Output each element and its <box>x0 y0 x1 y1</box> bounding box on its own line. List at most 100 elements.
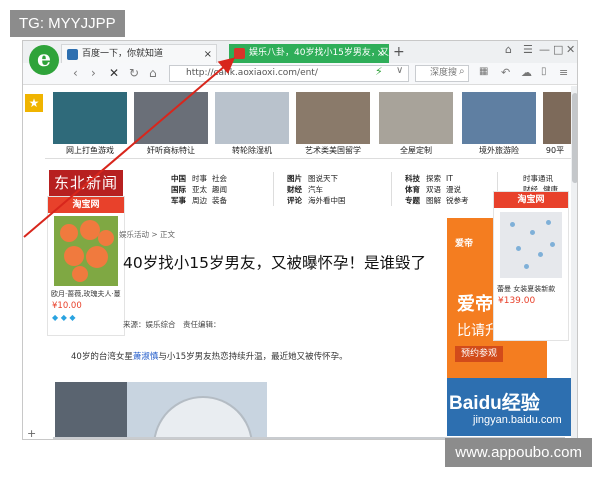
channel-link[interactable]: 中国 <box>171 173 186 184</box>
channel-link[interactable]: 汽车 <box>308 184 323 195</box>
thumb-caption[interactable]: 转轮除湿机 <box>212 145 292 156</box>
cloud-icon[interactable]: ☁ <box>521 66 532 79</box>
divider <box>273 172 274 206</box>
article-paragraph: 40岁的台湾女星萧淑慎与小15岁男友热恋持续升温，最近她又被传怀孕。 <box>71 350 348 362</box>
tab-label: 百度一下，你就知道 <box>82 49 164 59</box>
channel-link[interactable]: 军事 <box>171 195 186 206</box>
thumb-image[interactable] <box>134 92 208 144</box>
thumb-image[interactable] <box>462 92 536 144</box>
channel-link[interactable]: 评论 <box>287 195 302 206</box>
close-tab-icon[interactable]: × <box>377 44 385 63</box>
channel-link[interactable]: 锐参考 <box>446 195 469 206</box>
channel-link[interactable]: 社会 <box>212 173 227 184</box>
paragraph-text: 与小15岁男友热恋持续升温，最近她又被传怀孕。 <box>158 352 348 362</box>
thumb-caption[interactable]: 全屋定制 <box>376 145 456 156</box>
divider <box>391 172 392 206</box>
channel-link[interactable]: 双语 <box>426 184 441 195</box>
channel-group-3: 科技 探索 IT 体育 双语 漫说 专题 图解 锐参考 <box>405 173 474 206</box>
add-icon[interactable]: + <box>27 427 36 439</box>
thumb-caption[interactable]: 艺术类美国留学 <box>293 145 373 156</box>
close-tab-icon[interactable]: × <box>204 45 212 63</box>
navigation-bar: ‹ › ✕ ↻ ⌂ http://cank.aoxiaoxi.com/ent/ … <box>23 63 577 85</box>
ad-price: ¥10.00 <box>52 301 82 311</box>
channel-link[interactable]: 国际 <box>171 184 186 195</box>
site-logo[interactable]: 东北新闻 <box>49 170 123 196</box>
site-favicon-icon <box>234 48 245 59</box>
baidu-logo: Baidu经验 <box>449 393 540 414</box>
article-meta: 来源：娱乐综合 责任编辑： <box>123 320 221 329</box>
apps-icon[interactable]: ▦ <box>479 66 488 77</box>
thumb-caption[interactable]: 奸听商标特让 <box>131 145 211 156</box>
thumb-caption[interactable]: 网上打鱼游戏 <box>50 145 130 156</box>
channel-link[interactable]: IT <box>446 173 453 184</box>
settings-menu-icon[interactable]: ≡ <box>559 66 568 79</box>
channel-link[interactable]: 体育 <box>405 184 420 195</box>
breadcrumb[interactable]: 娱乐活动 > 正文 <box>119 229 175 240</box>
thumb-image[interactable] <box>543 92 571 144</box>
left-floating-ad[interactable]: 淘宝网 欧月·蔷薇,玫瑰夫人·蔓 ¥10.00 ◆ ◆ ◆ <box>47 196 125 336</box>
thumb-image[interactable] <box>53 92 127 144</box>
refresh-icon[interactable]: ↻ <box>129 66 139 80</box>
rating-badge: ◆ ◆ ◆ <box>52 313 76 322</box>
close-window-icon[interactable]: ✕ <box>566 43 575 56</box>
channel-link[interactable]: 图说天下 <box>308 173 338 184</box>
book-visit-button[interactable]: 预约参观 <box>455 346 503 362</box>
person-link[interactable]: 萧淑慎 <box>133 352 159 362</box>
channel-link[interactable]: 图解 <box>426 195 441 206</box>
thumb-image[interactable] <box>296 92 370 144</box>
address-bar[interactable]: http://cank.aoxiaoxi.com/ent/ <box>169 65 409 82</box>
page-content: ★ 网上打鱼游戏 奸听商标特让 转轮除湿机 艺术类美国留学 全屋定制 境外旅游险… <box>23 86 571 438</box>
dome-shape <box>153 396 253 438</box>
channel-link[interactable]: 探索 <box>426 173 441 184</box>
channel-link[interactable]: 漫说 <box>446 184 461 195</box>
back-icon[interactable]: ‹ <box>73 66 78 80</box>
menu-icon[interactable]: ☰ <box>523 43 533 56</box>
channel-link[interactable]: 图片 <box>287 173 302 184</box>
baidu-jingyan-banner[interactable]: Baidu经验 jingyan.baidu.com <box>447 378 571 436</box>
taobao-ad-label: 淘宝网 <box>494 192 568 208</box>
new-tab-button[interactable]: + <box>393 44 405 60</box>
channel-link[interactable]: 财经 <box>287 184 302 195</box>
phone-icon[interactable]: ▯ <box>541 66 547 77</box>
channel-link[interactable]: 趣闻 <box>212 184 227 195</box>
minimize-icon[interactable]: — <box>539 43 550 56</box>
shirt-icon[interactable]: ⌂ <box>505 43 512 56</box>
channel-link[interactable]: 时事 <box>192 173 207 184</box>
channel-link[interactable]: 亚太 <box>192 184 207 195</box>
stop-icon[interactable]: ✕ <box>109 66 119 80</box>
article-photo <box>55 382 267 438</box>
tab-baidu[interactable]: 百度一下，你就知道 × <box>61 44 217 63</box>
search-icon[interactable]: ⌕ <box>459 66 465 77</box>
channel-group-2: 图片 图说天下 财经 汽车 评论 海外看中国 <box>287 173 351 206</box>
tab-active-article[interactable]: 娱乐八卦，40岁找小15岁男友，又被曝 × <box>229 44 389 63</box>
shirt-image[interactable] <box>500 212 562 278</box>
home-icon[interactable]: ⌂ <box>149 66 157 80</box>
channel-link[interactable]: 海外看中国 <box>308 195 346 206</box>
baidu-favicon-icon <box>67 49 78 60</box>
bookmark-star-icon[interactable]: ⚡ <box>375 65 383 78</box>
scrollbar-thumb[interactable] <box>572 93 577 183</box>
channel-link[interactable]: 装备 <box>212 195 227 206</box>
ad-description: 蕾曼 女装夏装新款 <box>497 285 556 293</box>
favorites-star-icon[interactable]: ★ <box>25 94 43 112</box>
tree-shape <box>55 382 127 438</box>
right-floating-ad[interactable]: 淘宝网 蕾曼 女装夏装新款 ¥139.00 <box>493 191 569 341</box>
roses-image[interactable] <box>54 216 118 286</box>
thumb-image[interactable] <box>215 92 289 144</box>
article-headline: 40岁找小15岁男友，又被曝怀孕！是谁毁了 <box>123 254 426 272</box>
channel-link[interactable]: 科技 <box>405 173 420 184</box>
channel-link[interactable]: 周边 <box>192 195 207 206</box>
thumb-caption[interactable]: 90平 <box>535 145 571 156</box>
forward-icon[interactable]: › <box>91 66 96 80</box>
undo-icon[interactable]: ↶ <box>501 66 510 79</box>
watermark-top: TG: MYYJJPP <box>10 10 125 37</box>
ad-description: 欧月·蔷薇,玫瑰夫人·蔓 <box>51 290 121 298</box>
thumb-image[interactable] <box>379 92 453 144</box>
maximize-icon[interactable]: □ <box>553 43 563 56</box>
dropdown-icon[interactable]: ∨ <box>396 65 403 76</box>
paragraph-text: 40岁的台湾女星 <box>71 352 133 362</box>
ad-brand: 爱帝 <box>455 239 474 249</box>
thumb-caption[interactable]: 境外旅游险 <box>459 145 539 156</box>
channel-link[interactable]: 专题 <box>405 195 420 206</box>
channel-link[interactable]: 时事通讯 <box>523 173 553 184</box>
